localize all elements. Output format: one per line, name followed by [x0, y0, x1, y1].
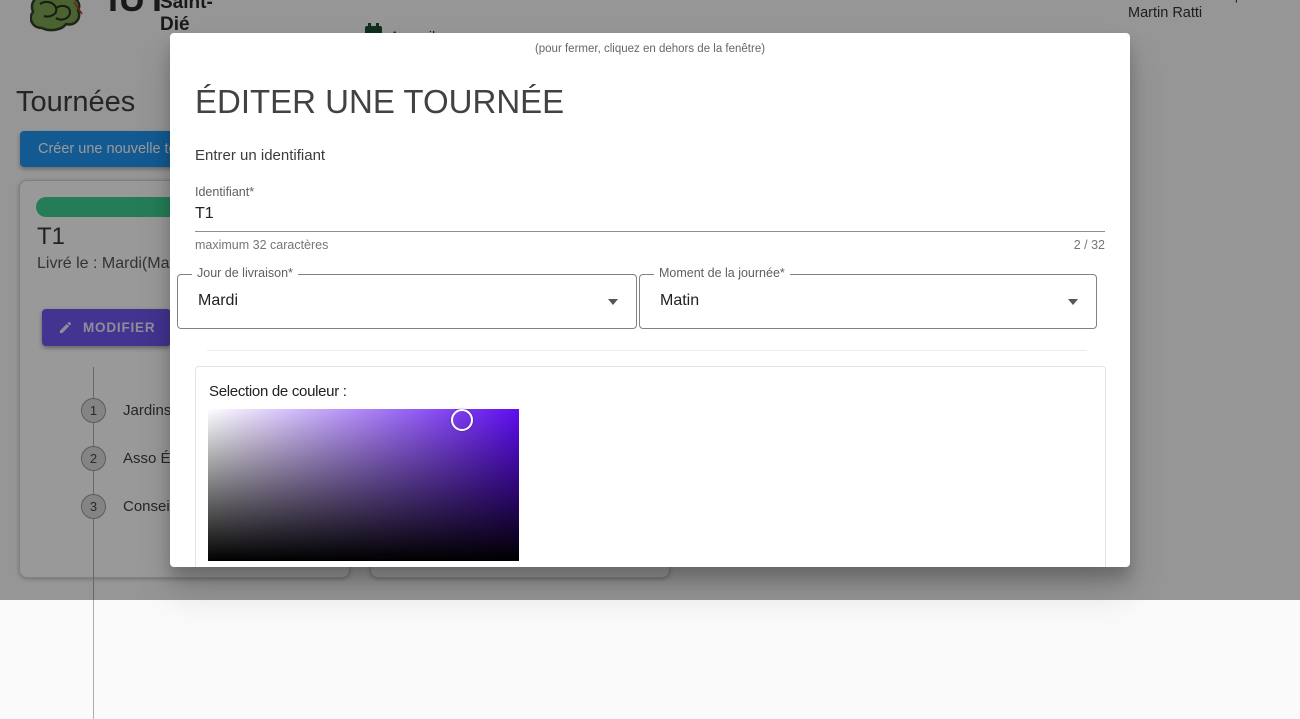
delivery-day-value: Mardi: [198, 292, 238, 310]
day-moment-value: Matin: [660, 292, 699, 310]
modal-title: ÉDITER UNE TOURNÉE: [195, 83, 564, 121]
identifier-label: Identifiant*: [195, 185, 1105, 199]
day-moment-label: Moment de la journée*: [654, 266, 790, 280]
identifier-field[interactable]: Identifiant* T1 maximum 32 caractères 2 …: [195, 185, 1105, 252]
chevron-down-icon: [608, 299, 618, 305]
delivery-day-select[interactable]: Jour de livraison* Mardi: [177, 274, 637, 329]
edit-tour-modal: (pour fermer, cliquez en dehors de la fe…: [170, 33, 1130, 567]
chevron-down-icon: [1068, 299, 1078, 305]
saturation-picker[interactable]: [208, 409, 519, 561]
identifier-input[interactable]: T1: [195, 205, 1105, 232]
day-moment-select[interactable]: Moment de la journée* Matin: [639, 274, 1097, 329]
color-picker-section: Selection de couleur :: [195, 366, 1106, 567]
modal-close-hint: (pour fermer, cliquez en dehors de la fe…: [170, 43, 1130, 55]
identifier-helper-text: maximum 32 caractères: [195, 238, 328, 252]
modal-subtitle: Entrer un identifiant: [195, 147, 325, 164]
delivery-day-label: Jour de livraison*: [192, 266, 298, 280]
color-picker-cursor[interactable]: [451, 409, 473, 431]
section-divider: [207, 350, 1087, 351]
identifier-char-counter: 2 / 32: [1074, 238, 1105, 252]
color-picker-label: Selection de couleur :: [209, 383, 347, 400]
